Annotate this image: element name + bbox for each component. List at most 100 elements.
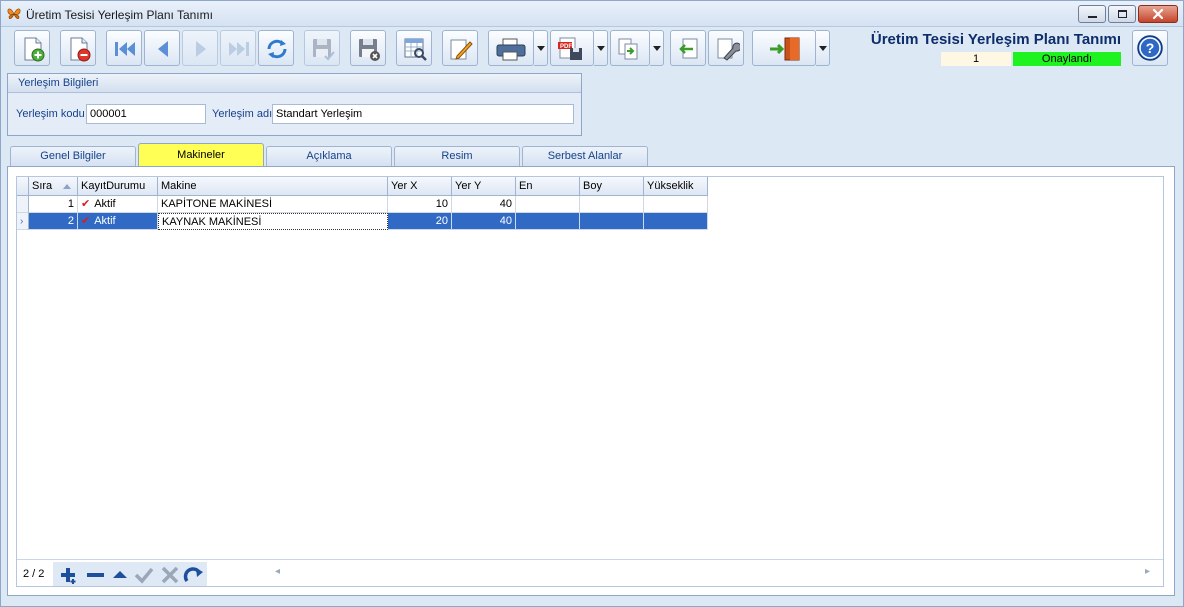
- delete-record-button[interactable]: [60, 30, 96, 66]
- page-title: Üretim Tesisi Yerleşim Planı Tanımı: [870, 31, 1121, 48]
- column-header-length[interactable]: Boy: [580, 177, 644, 196]
- export-dropdown[interactable]: [594, 30, 608, 66]
- arrow-left-icon: [158, 41, 168, 57]
- skip-first-icon: [115, 42, 135, 56]
- cell-height[interactable]: [644, 213, 708, 230]
- print-button[interactable]: [488, 30, 534, 66]
- first-record-button[interactable]: [106, 30, 142, 66]
- previous-record-button[interactable]: [144, 30, 180, 66]
- refresh-button[interactable]: [258, 30, 294, 66]
- cell-pos-x[interactable]: 10: [388, 196, 452, 213]
- cell-width[interactable]: [516, 213, 580, 230]
- current-row-icon: ›: [20, 216, 24, 227]
- cell-machine[interactable]: KAYNAK MAKİNESİ: [158, 213, 388, 230]
- redo-arrow-icon[interactable]: [183, 565, 205, 585]
- grid-navigator: 2 / 2 ◂ ▸: [17, 559, 1163, 586]
- placement-code-label: Yerleşim kodu: [16, 108, 85, 120]
- machines-tab-panel: Sıra KayıtDurumu Makine Yer X Yer Y En B…: [7, 166, 1175, 596]
- butterfly-icon: [7, 8, 21, 19]
- checkmark-icon: ✔: [81, 215, 91, 227]
- title-bar[interactable]: Üretim Tesisi Yerleşim Planı Tanımı: [1, 1, 1183, 27]
- save-icon: [313, 39, 335, 61]
- confirm-check-icon[interactable]: [133, 565, 155, 585]
- column-header-pos-x[interactable]: Yer X: [388, 177, 452, 196]
- status-badge: Onaylandı: [1013, 52, 1121, 66]
- settings-button[interactable]: [708, 30, 744, 66]
- cell-machine[interactable]: KAPİTONE MAKİNESİ: [158, 196, 388, 213]
- cell-sira[interactable]: 2: [29, 213, 78, 230]
- header-indicator: [17, 177, 29, 196]
- copy-document-icon: [618, 38, 638, 60]
- preview-button[interactable]: [396, 30, 432, 66]
- navigator-buttons: [53, 562, 207, 586]
- refresh-icon: [267, 39, 287, 59]
- minimize-icon: [1088, 16, 1097, 18]
- column-header-height[interactable]: Yükseklik: [644, 177, 708, 196]
- arrow-right-icon: [196, 41, 206, 57]
- scroll-left-icon[interactable]: ◂: [275, 566, 280, 577]
- cell-length[interactable]: [580, 196, 644, 213]
- exit-button[interactable]: [752, 30, 816, 66]
- restore-icon: [1118, 10, 1127, 18]
- column-header-sira[interactable]: Sıra: [29, 177, 78, 196]
- copy-dropdown[interactable]: [650, 30, 664, 66]
- cell-pos-y[interactable]: 40: [452, 196, 516, 213]
- column-header-label: Sıra: [32, 180, 53, 192]
- tab-general[interactable]: Genel Bilgiler: [10, 146, 136, 166]
- new-record-button[interactable]: [14, 30, 50, 66]
- exit-door-icon: [770, 37, 800, 61]
- copy-button[interactable]: [610, 30, 650, 66]
- edit-button[interactable]: [442, 30, 478, 66]
- column-header-status[interactable]: KayıtDurumu: [78, 177, 158, 196]
- minimize-button[interactable]: [1078, 5, 1106, 23]
- cell-height[interactable]: [644, 196, 708, 213]
- pdf-save-icon: PDF: [558, 37, 582, 60]
- preview-icon: [404, 38, 427, 61]
- machines-grid[interactable]: Sıra KayıtDurumu Makine Yer X Yer Y En B…: [16, 176, 1164, 587]
- restore-button[interactable]: [1108, 5, 1136, 23]
- placement-code-field[interactable]: [86, 104, 206, 124]
- cell-pos-y[interactable]: 40: [452, 213, 516, 230]
- column-header-pos-y[interactable]: Yer Y: [452, 177, 516, 196]
- row-indicator: [17, 196, 29, 213]
- edit-pencil-icon: [450, 39, 473, 60]
- next-record-button[interactable]: [182, 30, 218, 66]
- checkmark-icon: ✔: [81, 198, 91, 210]
- record-number: 1: [941, 52, 1011, 66]
- placement-info-group: Yerleşim Bilgileri Yerleşim kodu Yerleşi…: [7, 73, 582, 136]
- close-button[interactable]: [1138, 5, 1178, 23]
- cell-pos-x[interactable]: 20: [388, 213, 452, 230]
- scroll-right-icon[interactable]: ▸: [1145, 566, 1150, 577]
- cell-sira[interactable]: 1: [29, 196, 78, 213]
- column-header-width[interactable]: En: [516, 177, 580, 196]
- last-record-button[interactable]: [220, 30, 256, 66]
- tab-image[interactable]: Resim: [394, 146, 520, 166]
- export-pdf-button[interactable]: PDF: [550, 30, 594, 66]
- import-button[interactable]: [670, 30, 706, 66]
- move-up-icon[interactable]: [109, 565, 131, 585]
- save-cancel-button[interactable]: [350, 30, 386, 66]
- document-add-icon: [24, 37, 45, 62]
- cell-status[interactable]: ✔ Aktif: [78, 196, 158, 213]
- cell-length[interactable]: [580, 213, 644, 230]
- tab-machines[interactable]: Makineler: [138, 143, 264, 167]
- cell-width[interactable]: [516, 196, 580, 213]
- tab-description[interactable]: Açıklama: [266, 146, 392, 166]
- help-button[interactable]: ?: [1132, 30, 1168, 66]
- cell-status-text: Aktif: [94, 215, 116, 227]
- print-dropdown[interactable]: [534, 30, 548, 66]
- row-indicator: ›: [17, 213, 29, 230]
- tab-custom-fields[interactable]: Serbest Alanlar: [522, 146, 648, 166]
- cell-status[interactable]: ✔ Aktif: [78, 213, 158, 230]
- remove-row-icon[interactable]: [85, 565, 107, 585]
- main-window: Üretim Tesisi Yerleşim Planı Tanımı PDF …: [0, 0, 1184, 607]
- append-row-icon[interactable]: [59, 565, 81, 585]
- cancel-x-icon[interactable]: [159, 565, 181, 585]
- sort-ascending-icon: [63, 184, 71, 189]
- group-title: Yerleşim Bilgileri: [8, 74, 581, 93]
- placement-name-field[interactable]: [272, 104, 574, 124]
- save-button[interactable]: [304, 30, 340, 66]
- horizontal-scrollbar[interactable]: ◂ ▸: [257, 566, 1157, 580]
- placement-name-label: Yerleşim adı: [212, 108, 273, 120]
- column-header-machine[interactable]: Makine: [158, 177, 388, 196]
